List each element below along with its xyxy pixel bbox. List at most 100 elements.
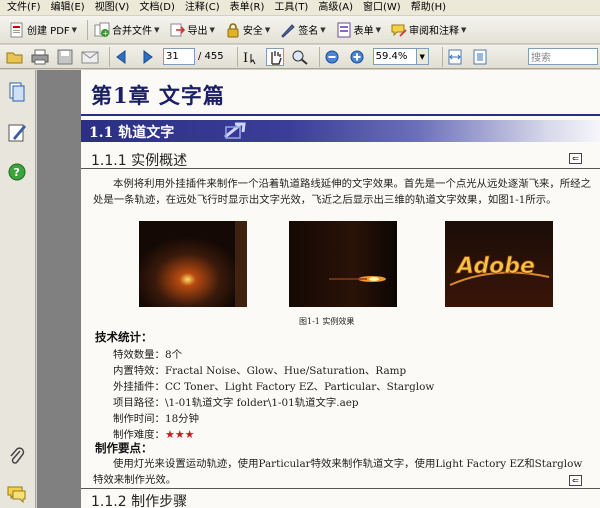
document-viewer[interactable]: 第1章 文字篇 1.1 轨道文字 1.1.1 实例概述 ⇐ 本例将利用外挂插件来… bbox=[37, 70, 600, 508]
nav-toolbar: / 455 I ▼ bbox=[0, 45, 600, 69]
signature-pen-icon bbox=[8, 122, 26, 145]
pages-icon bbox=[8, 82, 26, 105]
svg-text:+: + bbox=[103, 29, 109, 37]
previous-page-icon[interactable] bbox=[113, 48, 131, 66]
stat-line: 特效数量：8个 bbox=[113, 349, 182, 361]
merge-files-label: 合并文件 bbox=[112, 26, 153, 37]
subsection-marker-icon: ⇐ bbox=[569, 475, 582, 486]
hand-tool-icon[interactable] bbox=[265, 47, 284, 66]
menu-forms[interactable]: 表单(R) bbox=[225, 0, 270, 16]
signatures-panel-button[interactable] bbox=[6, 122, 28, 144]
separator bbox=[318, 46, 320, 67]
chapter-title: 第1章 文字篇 bbox=[91, 83, 225, 108]
fit-page-icon[interactable] bbox=[471, 48, 489, 66]
menu-file[interactable]: 文件(F) bbox=[2, 0, 46, 16]
security-label: 安全 bbox=[242, 26, 263, 37]
figure-image-2 bbox=[289, 221, 397, 307]
search-input[interactable] bbox=[528, 48, 598, 65]
key-points-paragraph: 使用灯光来设置运动轨迹，使用Particular特效来制作轨道文字，使用Ligh… bbox=[93, 458, 583, 486]
help-icon: ? bbox=[8, 163, 26, 184]
subsection-title: 1.1.1 实例概述 bbox=[91, 153, 188, 169]
stat-line: 内置特效：Fractal Noise、Glow、Hue/Saturation、R… bbox=[113, 365, 407, 377]
fit-width-icon[interactable] bbox=[446, 48, 464, 66]
email-icon[interactable] bbox=[81, 48, 99, 66]
export-icon bbox=[169, 22, 186, 38]
key-points-heading: 制作要点： bbox=[95, 441, 153, 455]
menu-window[interactable]: 窗口(W) bbox=[358, 0, 406, 16]
save-icon[interactable] bbox=[56, 48, 74, 66]
chevron-down-icon: ▼ bbox=[320, 25, 326, 34]
chevron-down-icon: ▼ bbox=[209, 25, 215, 34]
menu-document[interactable]: 文档(D) bbox=[134, 0, 180, 16]
sign-button[interactable]: 签名 ▼ bbox=[277, 19, 328, 41]
navigation-pane: ? bbox=[0, 70, 36, 508]
menu-help[interactable]: 帮助(H) bbox=[406, 0, 451, 16]
pdf-page: 第1章 文字篇 1.1 轨道文字 1.1.1 实例概述 ⇐ 本例将利用外挂插件来… bbox=[81, 70, 600, 508]
pages-panel-button[interactable] bbox=[6, 82, 28, 104]
menu-comments[interactable]: 注释(C) bbox=[180, 0, 225, 16]
stat-line: 制作时间：18分钟 bbox=[113, 413, 199, 425]
menu-bar: 文件(F) 编辑(E) 视图(V) 文档(D) 注释(C) 表单(R) 工具(T… bbox=[0, 0, 600, 16]
figure-image-3: Adobe bbox=[445, 221, 553, 307]
comment-icon bbox=[391, 22, 407, 38]
subsection-rule bbox=[81, 168, 600, 169]
print-icon[interactable] bbox=[31, 48, 49, 66]
section-arrow-icon bbox=[223, 122, 249, 143]
create-pdf-label: 创建 PDF bbox=[27, 26, 70, 37]
figure-image-1 bbox=[139, 221, 247, 307]
comment-bubble-icon bbox=[7, 485, 27, 506]
help-panel-button[interactable]: ? bbox=[6, 162, 28, 184]
review-comment-button[interactable]: 审阅和注释 ▼ bbox=[388, 19, 469, 41]
separator bbox=[109, 46, 110, 67]
difficulty-line: 制作难度：★★★ bbox=[113, 426, 195, 441]
menu-tools[interactable]: 工具(T) bbox=[269, 0, 313, 16]
merge-files-icon: + bbox=[94, 22, 110, 38]
chevron-down-icon: ▼ bbox=[154, 25, 160, 34]
section-title: 1.1 轨道文字 bbox=[89, 125, 175, 141]
chevron-down-icon: ▼ bbox=[264, 25, 271, 34]
export-button[interactable]: 导出 ▼ bbox=[166, 19, 217, 41]
forms-button[interactable]: 表单 ▼ bbox=[333, 19, 384, 41]
menu-edit[interactable]: 编辑(E) bbox=[46, 0, 90, 16]
figure-caption: 图1-1 实例效果 bbox=[299, 317, 355, 326]
separator bbox=[441, 46, 443, 67]
pen-icon bbox=[280, 22, 296, 38]
total-pages-label: / 455 bbox=[198, 51, 224, 62]
separator bbox=[87, 19, 89, 40]
sign-label: 签名 bbox=[298, 26, 319, 37]
forms-label: 表单 bbox=[353, 26, 374, 37]
menu-view[interactable]: 视图(V) bbox=[90, 0, 135, 16]
open-folder-icon[interactable] bbox=[6, 48, 24, 66]
paperclip-icon bbox=[8, 446, 26, 469]
task-toolbar: 创建 PDF ▼ + 合并文件 ▼ 导出 ▼ 安全 ▼ 签名 ▼ 表单 ▼ 审阅和注 bbox=[0, 16, 600, 44]
chevron-down-icon: ▼ bbox=[461, 25, 467, 34]
export-label: 导出 bbox=[187, 26, 208, 37]
chapter-rule bbox=[81, 114, 600, 116]
zoom-dropdown-icon[interactable]: ▼ bbox=[416, 48, 429, 65]
zoom-in-icon[interactable] bbox=[348, 48, 366, 66]
comments-panel-button[interactable] bbox=[6, 484, 28, 506]
zoom-level-input[interactable] bbox=[372, 48, 417, 65]
subsection-marker-icon: ⇐ bbox=[569, 153, 582, 164]
lock-icon bbox=[225, 22, 241, 38]
svg-text:I: I bbox=[243, 51, 248, 65]
page-number-input[interactable] bbox=[163, 48, 195, 65]
chevron-down-icon: ▼ bbox=[375, 25, 382, 34]
subsection-rule bbox=[81, 488, 600, 489]
security-button[interactable]: 安全 ▼ bbox=[222, 19, 273, 41]
stat-line: 外挂插件：CC Toner、Light Factory EZ、Particula… bbox=[113, 381, 435, 393]
text-select-icon[interactable]: I bbox=[241, 48, 259, 66]
attachments-panel-button[interactable] bbox=[6, 446, 28, 468]
zoom-tool-icon[interactable] bbox=[291, 48, 309, 66]
tech-stats-heading: 技术统计： bbox=[95, 330, 153, 344]
create-pdf-button[interactable]: 创建 PDF ▼ bbox=[6, 19, 80, 41]
separator bbox=[236, 46, 238, 67]
zoom-out-icon[interactable] bbox=[323, 48, 341, 66]
subsection-title: 1.1.2 制作步骤 bbox=[91, 494, 188, 508]
next-page-icon[interactable] bbox=[138, 48, 156, 66]
forms-icon bbox=[336, 22, 352, 38]
merge-files-button[interactable]: + 合并文件 ▼ bbox=[91, 19, 162, 41]
menu-advanced[interactable]: 高级(A) bbox=[313, 0, 358, 16]
figure3-logo-text: Adobe bbox=[455, 254, 535, 279]
svg-text:?: ? bbox=[14, 166, 20, 179]
